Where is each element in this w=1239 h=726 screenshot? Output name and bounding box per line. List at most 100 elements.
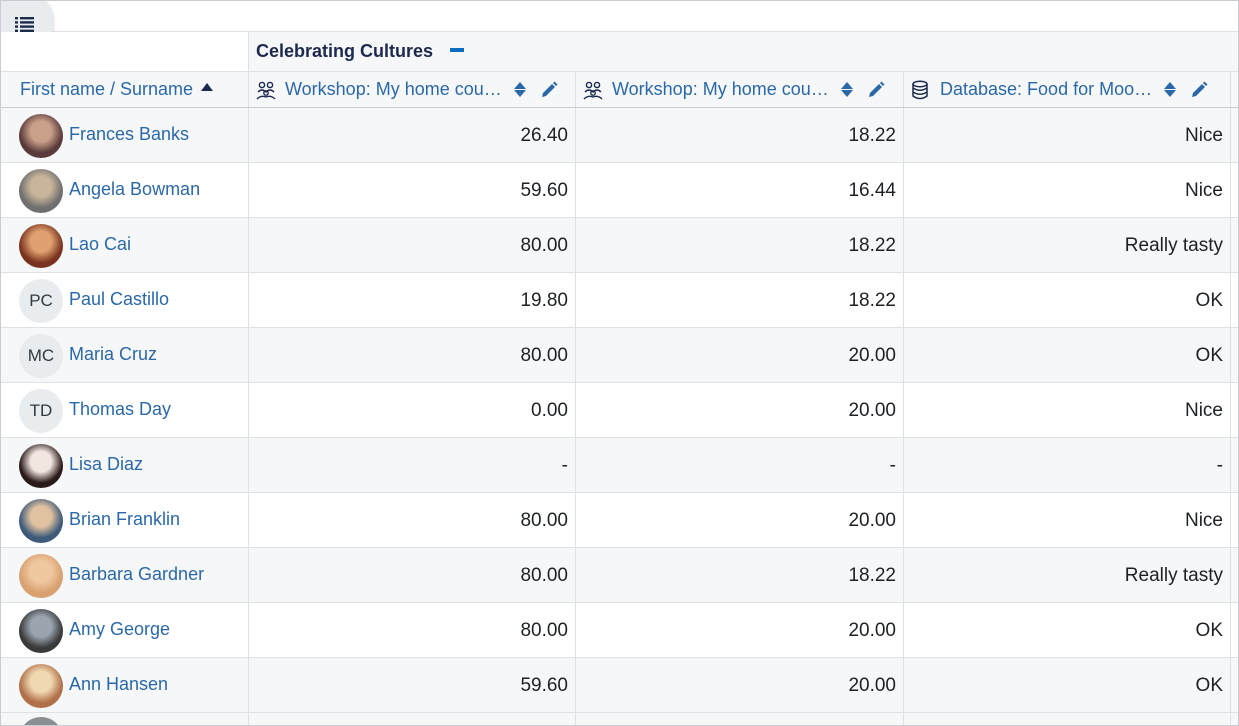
grade-value: OK [1195,345,1223,366]
grade-item-link[interactable]: Database: Food for Moo… [940,79,1152,100]
grade-cell[interactable]: 18.22 [576,548,904,602]
avatar[interactable] [19,169,63,213]
grade-item-header-3: Database: Food for Moo… [904,72,1231,107]
avatar[interactable] [19,224,63,268]
grade-cell[interactable]: 20.00 [576,493,904,547]
table-row-partial [1,713,1238,725]
grade-cell[interactable]: 20.00 [576,658,904,712]
table-row: Barbara Gardner 80.00 18.22 Really tasty [1,548,1238,603]
grade-value: 80.00 [520,235,568,256]
table-row: Lao Cai 80.00 18.22 Really tasty [1,218,1238,273]
student-name-link[interactable]: Paul Castillo [69,289,169,310]
collapse-category-icon[interactable] [450,48,464,52]
grade-cell[interactable]: 80.00 [249,493,576,547]
grade-cell[interactable]: - [249,438,576,492]
grade-value: 26.40 [520,125,568,146]
grade-cell[interactable]: 18.22 [576,108,904,162]
grade-cell[interactable]: 20.00 [576,603,904,657]
grade-cell[interactable]: 16.44 [576,163,904,217]
grade-cell[interactable]: Really tasty [904,218,1231,272]
student-name-link[interactable]: Barbara Gardner [69,564,204,585]
grade-cell[interactable]: 20.00 [576,383,904,437]
grade-value: 80.00 [520,620,568,641]
student-name-link[interactable]: Ann Hansen [69,674,168,695]
avatar[interactable]: TD [19,389,63,433]
avatar [19,717,63,725]
student-name-link[interactable]: Thomas Day [69,399,171,420]
grade-cell[interactable]: OK [904,273,1231,327]
grade-cell[interactable]: 80.00 [249,328,576,382]
grade-cell[interactable]: 80.00 [249,603,576,657]
grade-value: Nice [1184,125,1223,146]
student-cell: Lao Cai [1,218,249,272]
grade-cell[interactable]: Nice [904,108,1231,162]
sort-icon[interactable] [1164,82,1177,97]
student-cell: MC Maria Cruz [1,328,249,382]
grade-item-header-1: Workshop: My home cou… [249,72,576,107]
grade-cell[interactable]: 80.00 [249,548,576,602]
grade-cell[interactable]: 18.22 [576,218,904,272]
grade-cell[interactable]: OK [904,328,1231,382]
student-name-link[interactable]: Lisa Diaz [69,454,143,475]
grade-value: 18.22 [848,235,896,256]
top-band [1,1,1238,32]
avatar[interactable] [19,664,63,708]
grade-cell[interactable]: 18.22 [576,273,904,327]
grade-cell[interactable]: - [576,438,904,492]
grade-item-link[interactable]: Workshop: My home cou… [285,79,502,100]
grade-cell[interactable]: - [904,438,1231,492]
grade-cell[interactable]: 59.60 [249,163,576,217]
student-name-link[interactable]: Maria Cruz [69,344,157,365]
avatar[interactable]: MC [19,334,63,378]
grade-cell[interactable]: 0.00 [249,383,576,437]
student-cell: TD Thomas Day [1,383,249,437]
avatar[interactable] [19,499,63,543]
grade-value: 20.00 [848,675,896,696]
grade-cell[interactable]: Nice [904,163,1231,217]
avatar[interactable] [19,114,63,158]
student-name-link[interactable]: Lao Cai [69,234,131,255]
grade-cell[interactable]: 19.80 [249,273,576,327]
grade-cell[interactable]: 26.40 [249,108,576,162]
avatar[interactable] [19,444,63,488]
sort-ascending-icon[interactable] [201,82,214,91]
student-name-link[interactable]: Frances Banks [69,124,189,145]
sort-icon[interactable] [513,82,526,97]
edit-pencil-icon[interactable] [540,81,558,99]
edit-pencil-icon[interactable] [867,81,885,99]
grade-cell[interactable]: 80.00 [249,218,576,272]
student-cell: Lisa Diaz [1,438,249,492]
grade-cell[interactable]: Nice [904,493,1231,547]
grade-value: Nice [1184,400,1223,421]
grade-cell[interactable]: 20.00 [576,328,904,382]
grade-cell[interactable]: OK [904,603,1231,657]
grade-item-link[interactable]: Workshop: My home cou… [612,79,829,100]
table-row: TD Thomas Day 0.00 20.00 Nice [1,383,1238,438]
grade-cell[interactable]: Nice [904,383,1231,437]
student-cell: Angela Bowman [1,163,249,217]
grade-item-header-2: Workshop: My home cou… [576,72,904,107]
student-name-link[interactable]: Brian Franklin [69,509,180,530]
grade-cell[interactable]: Really tasty [904,548,1231,602]
grade-value: 20.00 [848,510,896,531]
grade-value: 80.00 [520,510,568,531]
sort-icon[interactable] [840,82,853,97]
grade-value: Really tasty [1124,235,1223,256]
grade-value: 59.60 [520,675,568,696]
avatar[interactable] [19,609,63,653]
category-blank-cell [1,32,248,71]
grade-value: 80.00 [520,345,568,366]
student-name-link[interactable]: Angela Bowman [69,179,200,200]
grade-value: 80.00 [520,565,568,586]
avatar[interactable] [19,554,63,598]
grade-value: 18.22 [848,565,896,586]
grade-value: Nice [1184,180,1223,201]
avatar[interactable]: PC [19,279,63,323]
database-icon [912,79,928,99]
name-header: First name / Surname [1,72,249,107]
sort-by-name-link[interactable]: First name / Surname [20,79,193,100]
grade-cell[interactable]: 59.60 [249,658,576,712]
grade-cell[interactable]: OK [904,658,1231,712]
student-name-link[interactable]: Amy George [69,619,170,640]
edit-pencil-icon[interactable] [1190,81,1208,99]
